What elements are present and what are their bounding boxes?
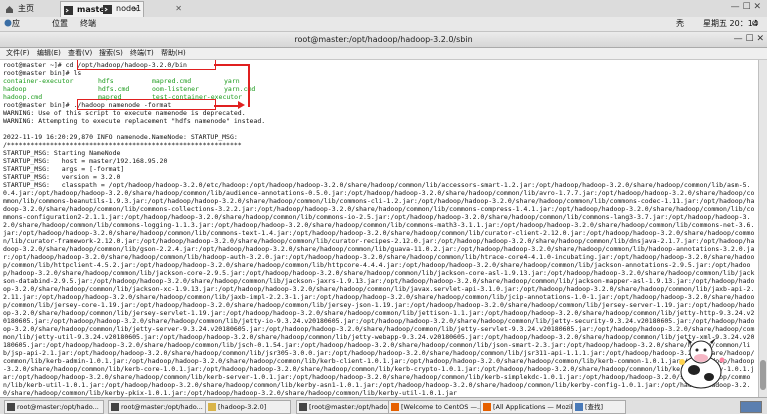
taskbar-item-label: [root@master:/opt/hado...	[309, 403, 394, 411]
ls-entry: hadoop.cmd	[3, 93, 43, 101]
clock[interactable]: 星期五 20：14	[703, 17, 758, 31]
taskbar-item[interactable]: [hadoop-3.2.0]	[205, 400, 291, 414]
annotation-arrow	[248, 64, 250, 107]
scrollbar-thumb[interactable]	[760, 360, 766, 390]
menu-help[interactable]: 帮助(H)	[161, 48, 186, 59]
taskbar-item-label: [All Applications — Mozil...	[493, 403, 579, 411]
terminal-line: WARNING: Attempting to execute replaceme…	[3, 117, 266, 125]
classpath-output: STARTUP_MSG: classpath = /opt/hadoop/had…	[3, 181, 755, 397]
highlight-cd-command	[77, 60, 216, 70]
tab-home[interactable]: 主页	[2, 1, 56, 16]
terminal-icon	[103, 4, 112, 14]
taskbar-item[interactable]: root@master:/opt/hado...	[108, 400, 208, 414]
highlight-format-command	[77, 99, 216, 110]
taskbar-item-label: [查找]	[585, 403, 604, 411]
window-titlebar: root@master:/opt/hadoop/hadoop-3.2.0/sbi…	[0, 32, 767, 48]
ls-entry: hadoop	[3, 85, 27, 93]
terminal-line: 2022-11-19 16:20:29,870 INFO namenode.Na…	[3, 133, 238, 141]
browser-icon	[483, 403, 491, 411]
terminal-scrollbar[interactable]	[758, 60, 767, 397]
annotation-arrow	[214, 105, 238, 107]
taskbar-item[interactable]: [查找]	[572, 400, 626, 414]
terminal-icon	[7, 403, 15, 411]
terminal-line: STARTUP_MSG: host = master/192.168.95.20	[3, 157, 168, 165]
terminal-icon	[299, 403, 307, 411]
taskbar-item-label: [Welcome to CentOS —...	[401, 403, 484, 411]
window-title: root@master:/opt/hadoop/hadoop-3.2.0/sbi…	[294, 35, 473, 44]
tab-bar: 主页 master ✕ node1 ✕ — ☐ ✕	[0, 0, 767, 18]
close-tab-icon[interactable]: ✕	[175, 1, 182, 16]
taskbar-item[interactable]: [root@master:/opt/hado...	[296, 400, 396, 414]
ls-entry: yarn	[224, 77, 240, 85]
terminal-line: STARTUP_MSG: args = [-format]	[3, 165, 125, 173]
terminal-menu[interactable]: 终端	[80, 17, 96, 31]
ls-entry: hdfs.cmd	[98, 85, 130, 93]
terminal-line: /***************************************…	[3, 141, 242, 149]
terminal-line: root@master bin]# ls	[3, 69, 82, 77]
menu-terminal[interactable]: 终端(T)	[130, 48, 154, 59]
ls-entry: container-executor	[3, 77, 74, 85]
input-method-indicator[interactable]: 秃	[676, 17, 684, 31]
annotation-arrowhead	[238, 101, 245, 109]
menu-search[interactable]: 搜索(S)	[99, 48, 123, 59]
terminal-line: STARTUP_MSG: version = 3.2.0	[3, 173, 121, 181]
tab-node1[interactable]: node1 ✕	[100, 1, 186, 16]
applications-menu[interactable]: 应用程序	[4, 17, 20, 70]
apps-icon	[4, 19, 12, 27]
cow-sticker-image	[679, 338, 725, 389]
menu-edit[interactable]: 编辑(E)	[37, 48, 61, 59]
browser-icon	[391, 403, 399, 411]
tab-home-label: 主页	[18, 4, 34, 13]
window-controls[interactable]: — ☐ ✕	[734, 32, 764, 47]
taskbar-item-label: root@master:/opt/hado...	[17, 403, 99, 411]
terminal-line: WARNING: Use of this script to execute n…	[3, 109, 246, 117]
menu-file[interactable]: 文件(F)	[6, 48, 30, 59]
taskbar-item[interactable]: root@master:/opt/hado...	[4, 400, 104, 414]
terminal-output[interactable]: root@master ~]# cd /opt/hadoop/hadoop-3.…	[0, 60, 758, 397]
ls-entry: mapred.cmd	[152, 77, 192, 85]
workspace-switcher[interactable]	[740, 401, 762, 413]
taskbar-item-label: root@master:/opt/hado...	[121, 403, 203, 411]
tab-node1-label: node1	[116, 4, 142, 13]
system-menu-icon[interactable]: ⏻	[752, 17, 758, 31]
annotation-arrow	[214, 64, 250, 66]
terminal-icon	[111, 403, 119, 411]
window-controls[interactable]: — ☐ ✕	[731, 2, 761, 12]
menu-bar: 文件(F) 编辑(E) 查看(V) 搜索(S) 终端(T) 帮助(H)	[0, 48, 767, 60]
menu-view[interactable]: 查看(V)	[68, 48, 92, 59]
places-menu[interactable]: 位置	[52, 17, 68, 31]
taskbar-item-label: [hadoop-3.2.0]	[218, 403, 267, 411]
taskbar-item[interactable]: [Welcome to CentOS —...	[388, 400, 488, 414]
terminal-icon	[64, 5, 73, 15]
taskbar: root@master:/opt/hado... root@master:/op…	[0, 397, 767, 414]
home-icon	[5, 4, 14, 13]
search-icon	[575, 403, 583, 411]
taskbar-item[interactable]: [All Applications — Mozil...	[480, 400, 580, 414]
folder-icon	[208, 403, 216, 411]
gnome-top-bar: 应用程序 位置 终端 秃 星期五 20：14 ⏻	[0, 17, 767, 70]
terminal-line: STARTUP_MSG: Starting NameNode	[3, 149, 121, 157]
ls-entry: yarn.cmd	[224, 85, 256, 93]
ls-entry: oom-listener	[152, 85, 199, 93]
ls-entry: hdfs	[98, 77, 114, 85]
